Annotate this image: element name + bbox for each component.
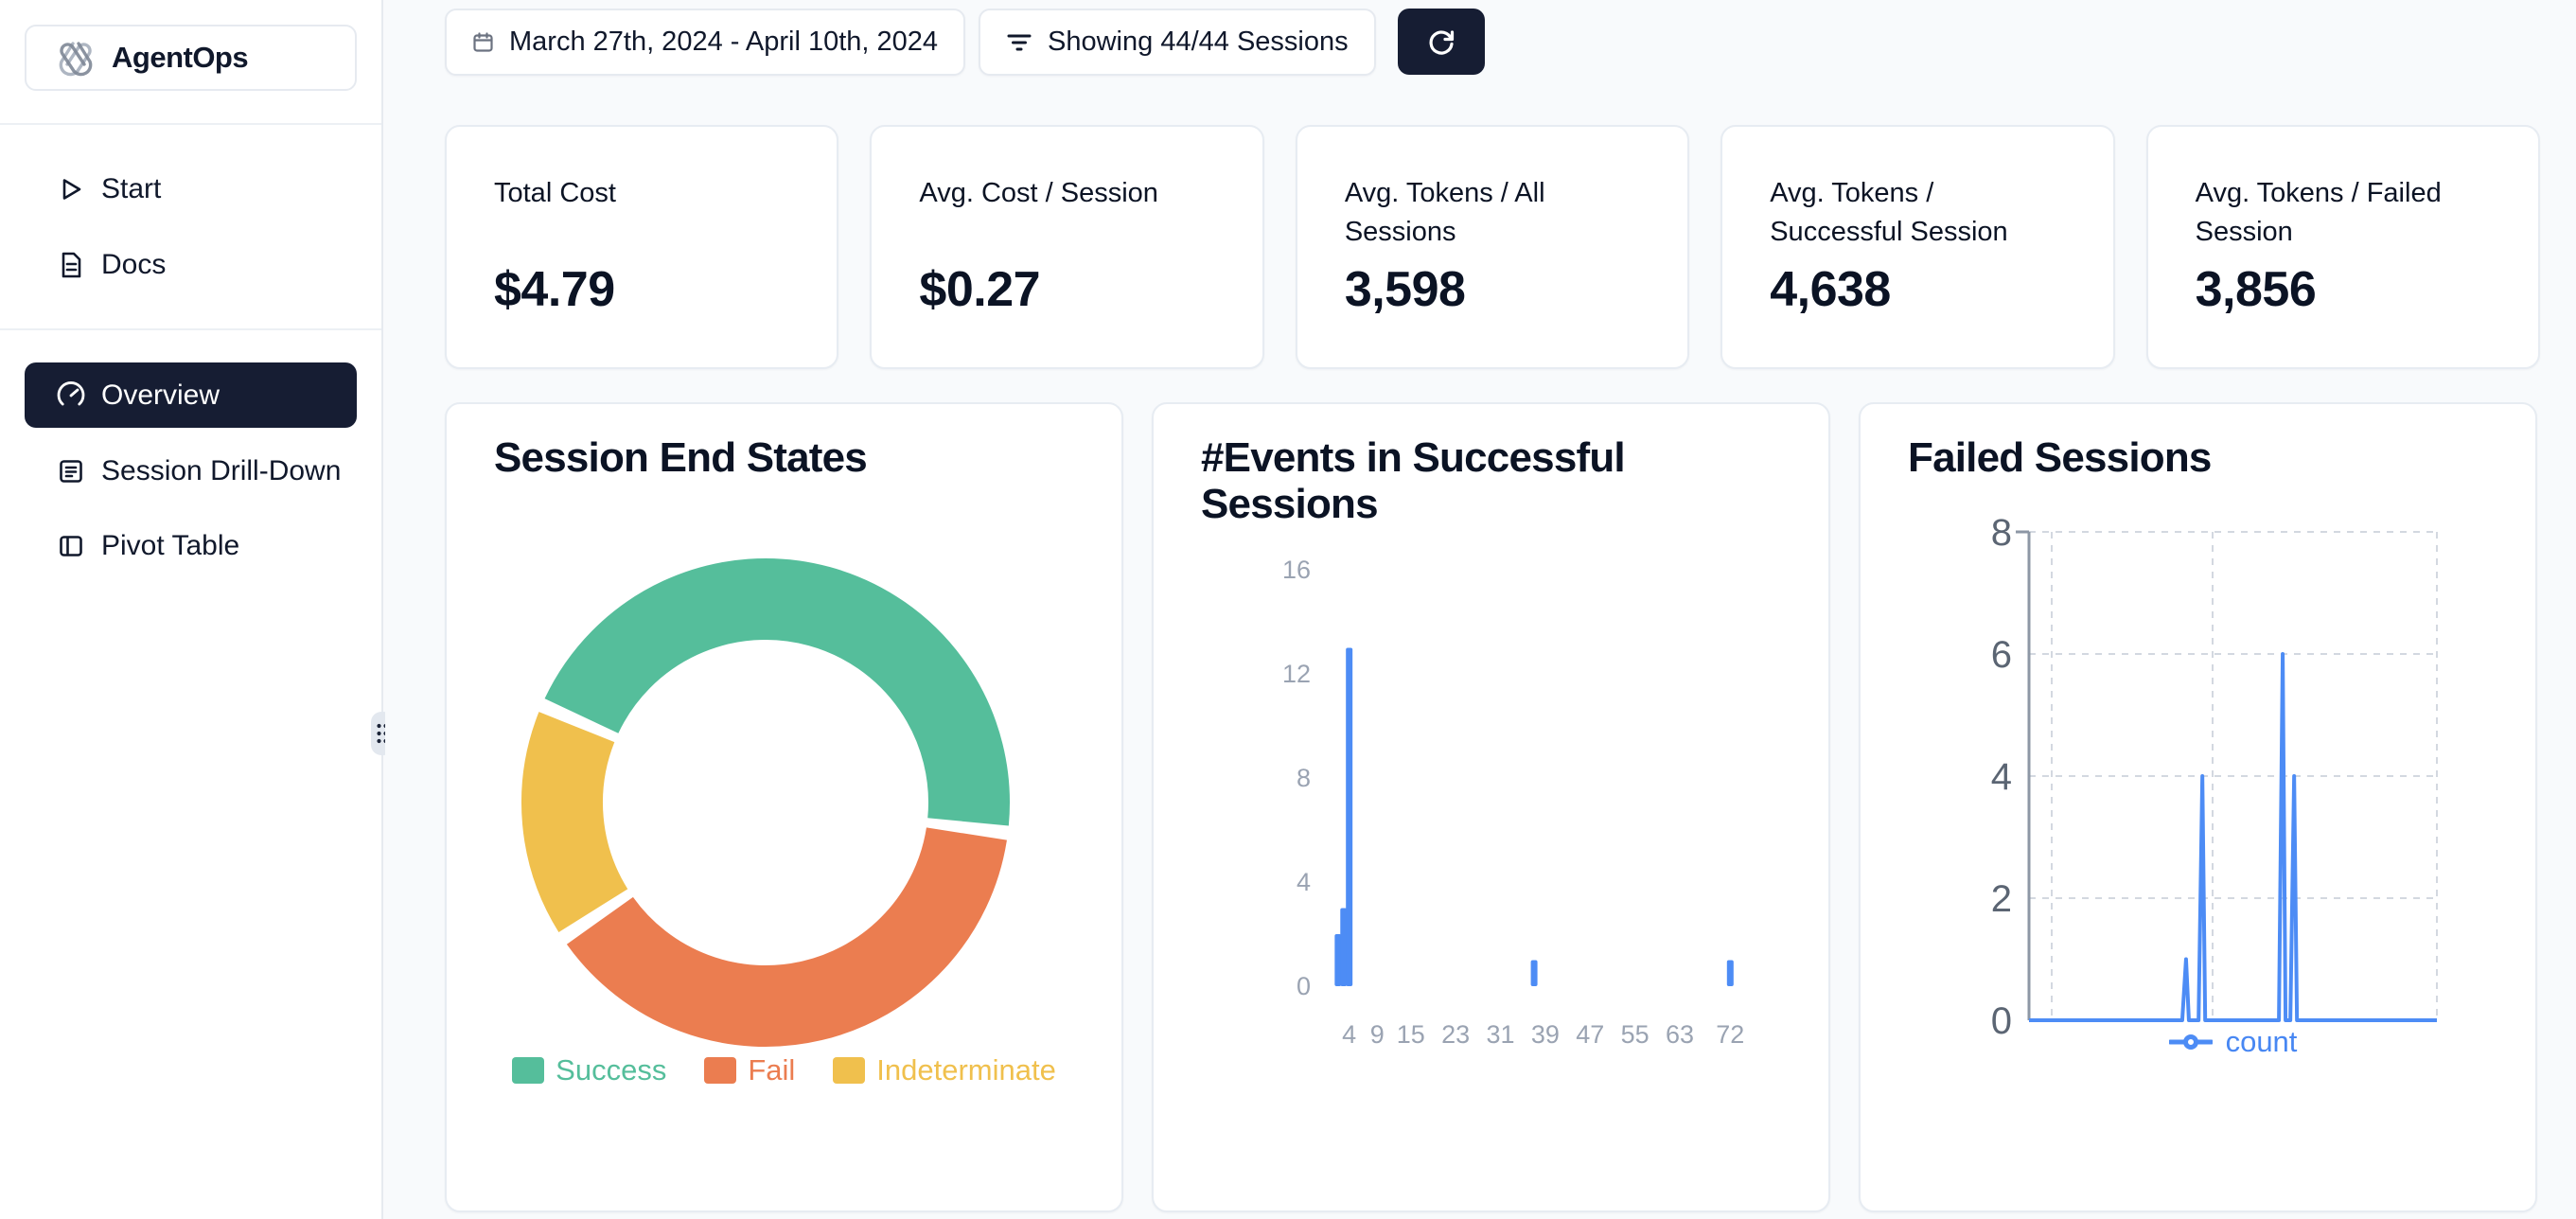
stat-value: 4,638 xyxy=(1770,261,2069,318)
x-tick-label: 23 xyxy=(1441,1020,1470,1049)
stat-card-avg-tokens-successful: Avg. Tokens / Successful Session 4,638 xyxy=(1720,125,2114,369)
x-tick-label: 72 xyxy=(1716,1020,1744,1049)
x-tick-label: 55 xyxy=(1621,1020,1650,1049)
y-tick-label: 8 xyxy=(1991,512,2012,554)
legend-item-success[interactable]: Success xyxy=(512,1053,666,1087)
refresh-icon xyxy=(1424,25,1458,59)
refresh-button[interactable] xyxy=(1398,9,1485,75)
count-line-series[interactable] xyxy=(2029,654,2437,1020)
sidebar-item-start[interactable]: Start xyxy=(0,151,381,227)
date-range-button[interactable]: March 27th, 2024 - April 10th, 2024 xyxy=(445,9,965,76)
legend-label: Indeterminate xyxy=(876,1053,1056,1087)
y-tick-label: 6 xyxy=(1991,634,2012,676)
sidebar-item-overview[interactable]: Overview xyxy=(25,362,357,428)
failed-sessions-card: Failed Sessions 02468 count xyxy=(1859,402,2537,1212)
x-tick-label: 15 xyxy=(1397,1020,1425,1049)
stat-card-avg-tokens-all: Avg. Tokens / All Sessions 3,598 xyxy=(1296,125,1689,369)
stats-row: Total Cost $4.79 Avg. Cost / Session $0.… xyxy=(445,125,2540,369)
x-tick-label: 9 xyxy=(1370,1020,1385,1049)
stat-card-total-cost: Total Cost $4.79 xyxy=(445,125,838,369)
agentops-dashboard: AgentOps Start Docs xyxy=(0,0,2576,1219)
failed-sessions-line-chart[interactable]: 0 2 4 6 8 xyxy=(1861,404,2537,1212)
legend-item-indeterminate[interactable]: Indeterminate xyxy=(833,1053,1056,1087)
stat-label: Total Cost xyxy=(494,174,787,213)
y-tick-label: 0 xyxy=(1297,972,1311,1000)
sidebar-item-docs[interactable]: Docs xyxy=(0,227,381,303)
histogram-bar[interactable] xyxy=(1531,961,1538,987)
x-tick-label: 47 xyxy=(1576,1020,1604,1049)
legend-item-fail[interactable]: Fail xyxy=(704,1053,795,1087)
x-tick-label: 39 xyxy=(1531,1020,1560,1049)
donut-legend: Success Fail Indeterminate xyxy=(447,1053,1121,1087)
y-tick-label: 2 xyxy=(1991,878,2012,920)
sidebar-item-label: Start xyxy=(101,173,161,205)
play-icon xyxy=(55,173,87,205)
logo[interactable]: AgentOps xyxy=(25,25,357,91)
events-histogram-card: #Events in Successful Sessions 048121649… xyxy=(1152,402,1830,1212)
file-text-icon xyxy=(55,455,87,487)
paperclip-logo-icon xyxy=(55,35,97,81)
session-end-states-card: Session End States SuccessFailIndetermin… xyxy=(445,402,1123,1212)
sidebar-item-session-drill-down[interactable]: Session Drill-Down xyxy=(0,430,381,513)
legend-swatch xyxy=(833,1057,865,1084)
y-tick-label: 4 xyxy=(1297,868,1311,896)
histogram-bar[interactable] xyxy=(1346,648,1352,987)
filter-icon xyxy=(1006,30,1032,55)
y-tick-label: 12 xyxy=(1282,660,1311,688)
sidebar-item-label: Docs xyxy=(101,249,166,281)
sidebar-item-pivot-table[interactable]: Pivot Table xyxy=(0,513,381,579)
gauge-icon xyxy=(55,380,87,412)
x-tick-label: 4 xyxy=(1342,1020,1356,1049)
count-legend-marker-icon xyxy=(2169,1034,2213,1051)
stat-value: 3,856 xyxy=(2196,261,2495,318)
main-content: March 27th, 2024 - April 10th, 2024 Show… xyxy=(385,0,2576,1219)
stat-label: Avg. Tokens / Failed Session xyxy=(2196,174,2489,251)
legend-label: Success xyxy=(556,1053,666,1087)
y-tick-label: 0 xyxy=(1991,1000,2012,1042)
stat-card-avg-cost-session: Avg. Cost / Session $0.27 xyxy=(870,125,1263,369)
count-legend-label[interactable]: count xyxy=(2226,1025,2298,1059)
y-tick-label: 4 xyxy=(1991,756,2012,798)
legend-label: Fail xyxy=(748,1053,795,1087)
donut-segment-success[interactable] xyxy=(581,599,969,822)
legend-swatch xyxy=(704,1057,736,1084)
date-range-label: March 27th, 2024 - April 10th, 2024 xyxy=(509,26,938,58)
line-chart-legend: count xyxy=(2029,1025,2437,1059)
y-tick-label: 16 xyxy=(1282,556,1311,584)
session-end-states-donut-chart[interactable] xyxy=(447,404,1123,1212)
x-tick-label: 31 xyxy=(1487,1020,1515,1049)
stat-value: 3,598 xyxy=(1345,261,1644,318)
donut-segment-indeterminate[interactable] xyxy=(562,727,593,910)
stat-card-avg-tokens-failed: Avg. Tokens / Failed Session 3,856 xyxy=(2146,125,2540,369)
stat-label: Avg. Cost / Session xyxy=(919,174,1212,213)
panel-left-icon xyxy=(55,530,87,562)
y-tick-label: 8 xyxy=(1297,764,1311,792)
sidebar-divider-bottom xyxy=(0,328,381,330)
histogram-bar[interactable] xyxy=(1727,961,1734,987)
topbar: March 27th, 2024 - April 10th, 2024 Show… xyxy=(445,9,2540,76)
app-title: AgentOps xyxy=(112,41,248,75)
donut-segment-fail[interactable] xyxy=(600,834,967,1006)
legend-swatch xyxy=(512,1057,544,1084)
stat-value: $0.27 xyxy=(919,261,1218,318)
stat-label: Avg. Tokens / All Sessions xyxy=(1345,174,1638,251)
sessions-filter-label: Showing 44/44 Sessions xyxy=(1048,26,1349,58)
sidebar-item-label: Pivot Table xyxy=(101,530,239,562)
x-tick-label: 63 xyxy=(1666,1020,1694,1049)
sidebar-item-label: Overview xyxy=(101,380,220,412)
sidebar: AgentOps Start Docs xyxy=(0,0,383,1219)
stat-label: Avg. Tokens / Successful Session xyxy=(1770,174,2063,251)
events-bar-chart[interactable]: 0481216491523313947556372 xyxy=(1154,404,1830,1212)
charts-row: Session End States SuccessFailIndetermin… xyxy=(445,402,2540,1212)
document-icon xyxy=(55,249,87,281)
calendar-icon xyxy=(472,31,494,53)
sidebar-item-label: Session Drill-Down xyxy=(101,455,341,487)
sidebar-divider-top xyxy=(0,123,381,125)
stat-value: $4.79 xyxy=(494,261,793,318)
sessions-filter-button[interactable]: Showing 44/44 Sessions xyxy=(979,9,1376,76)
